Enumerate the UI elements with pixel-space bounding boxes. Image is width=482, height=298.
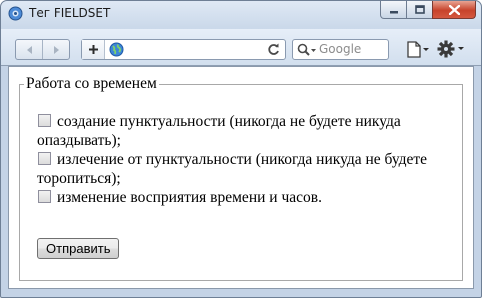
minimize-icon: [389, 10, 398, 13]
option-item: создание пунктуальности (никогда не буде…: [37, 112, 457, 150]
search-bar[interactable]: Google: [292, 39, 389, 60]
option-checkbox[interactable]: [38, 190, 51, 203]
gear-icon[interactable]: [437, 40, 465, 58]
fieldset: Работа со временем создание пунктуальнос…: [19, 75, 463, 281]
address-bar[interactable]: [81, 39, 286, 60]
page-icon[interactable]: [406, 41, 430, 58]
option-label: излечение от пунктуальности (никогда ник…: [37, 151, 428, 187]
option-checkbox[interactable]: [38, 114, 51, 127]
plus-icon: [88, 45, 98, 54]
search-icon[interactable]: [297, 43, 317, 57]
forward-arrow-icon: [53, 45, 59, 54]
option-label: изменение восприятия времени и часов.: [57, 189, 322, 206]
option-item: изменение восприятия времени и часов.: [37, 188, 457, 207]
option-item: излечение от пунктуальности (никогда ник…: [37, 150, 457, 188]
forward-button[interactable]: [42, 40, 69, 59]
maximize-icon: [414, 5, 425, 14]
navigation-toolbar: Google: [1, 29, 481, 66]
back-arrow-icon: [26, 45, 32, 54]
globe-icon: [109, 42, 124, 57]
minimize-button[interactable]: [380, 1, 407, 19]
search-placeholder: Google: [319, 42, 362, 56]
option-label: создание пунктуальности (никогда не буде…: [37, 113, 401, 149]
fieldset-legend: Работа со временем: [26, 75, 157, 92]
back-button[interactable]: [16, 40, 42, 59]
window-title: Тег FIELDSET: [29, 6, 111, 20]
browser-icon: [8, 6, 23, 21]
title-bar: Тег FIELDSET: [1, 1, 481, 27]
back-forward-group: [15, 39, 70, 60]
window-controls: [380, 1, 476, 19]
submit-button[interactable]: Отправить: [37, 238, 120, 259]
browser-window: Тег FIELDSET Google Работа со временем с…: [0, 0, 482, 298]
maximize-button[interactable]: [406, 1, 433, 19]
option-checkbox[interactable]: [38, 152, 51, 165]
page-viewport: Работа со временем создание пунктуальнос…: [8, 66, 474, 289]
close-button[interactable]: [432, 1, 476, 19]
add-bookmark-button[interactable]: [82, 40, 105, 59]
reload-icon[interactable]: [267, 42, 280, 56]
close-icon: [448, 4, 460, 15]
